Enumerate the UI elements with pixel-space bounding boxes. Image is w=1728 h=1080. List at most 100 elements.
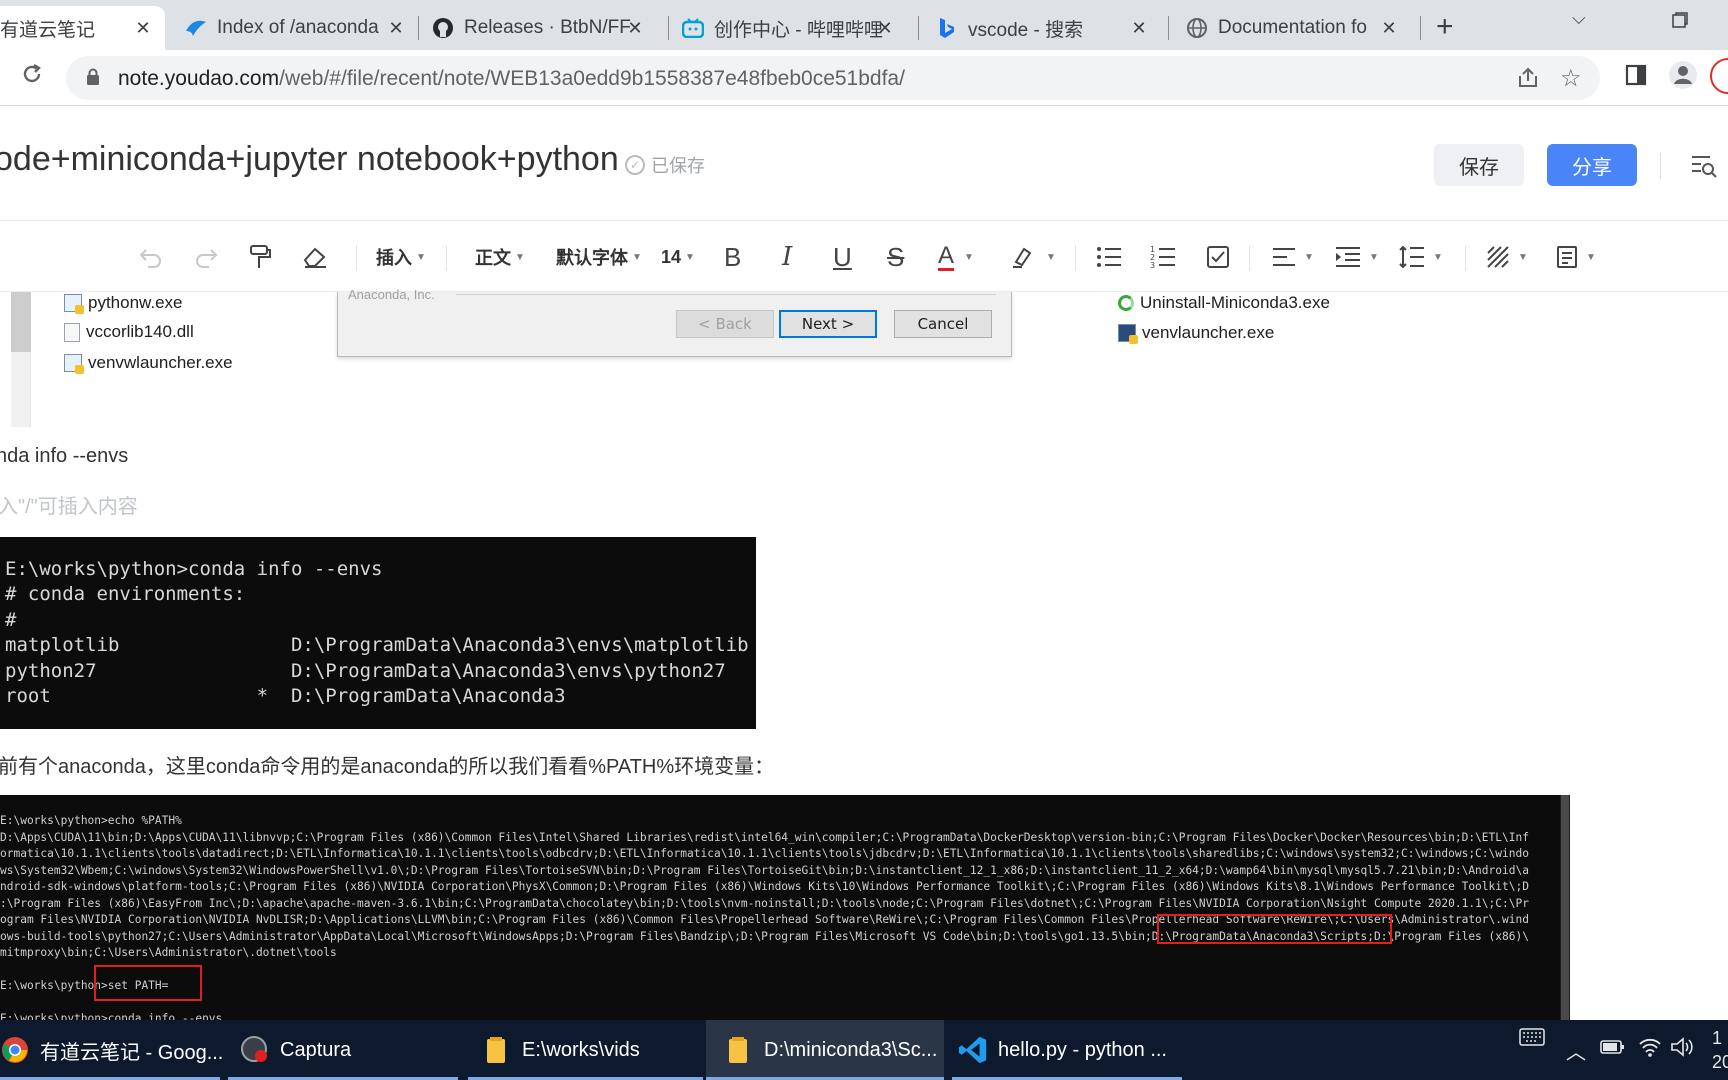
terminal-line: ws\System32\Wbem;C:\windows\System32\Win… xyxy=(0,863,1529,877)
caret-down-icon: ▼ xyxy=(685,251,695,263)
chevron-up-icon[interactable]: ︿ xyxy=(1566,1036,1586,1065)
svg-text:3: 3 xyxy=(1150,261,1155,270)
font-size-dropdown[interactable]: 14 ▼ xyxy=(661,221,695,293)
caret-down-icon: ▼ xyxy=(1586,251,1596,263)
indent-dropdown[interactable]: ▼ xyxy=(1335,221,1379,293)
side-panel-icon[interactable] xyxy=(1625,64,1647,93)
dll-file-icon xyxy=(64,322,80,342)
empty-line-placeholder[interactable]: 入"/"可插入内容 xyxy=(0,490,138,519)
share-button[interactable]: 分享 xyxy=(1547,144,1637,186)
taskbar-vscode[interactable]: hello.py - python ... xyxy=(952,1020,1182,1080)
caret-down-icon: ▼ xyxy=(1046,251,1056,263)
terminal-line: matplotlib D:\ProgramData\Anaconda3\envs… xyxy=(5,634,749,657)
paragraph-style-dropdown[interactable]: 正文 ▼ xyxy=(475,221,525,293)
keyboard-icon[interactable] xyxy=(1519,1028,1545,1051)
captura-icon xyxy=(240,1035,270,1065)
close-icon[interactable]: ✕ xyxy=(133,18,153,39)
line-height-icon xyxy=(1399,245,1424,269)
redo-icon[interactable] xyxy=(193,221,219,293)
font-color-label: A xyxy=(938,241,955,271)
cancel-button: Cancel xyxy=(894,310,992,338)
close-icon[interactable]: ✕ xyxy=(875,18,895,39)
tab-bing-vscode[interactable]: vscode - 搜索 ✕ xyxy=(936,6,1161,50)
toolbar-divider xyxy=(1249,245,1250,271)
divider-style-dropdown[interactable]: ▼ xyxy=(1486,221,1528,293)
eraser-icon[interactable] xyxy=(302,221,328,293)
maximize-icon[interactable] xyxy=(1672,8,1688,34)
close-icon[interactable]: ✕ xyxy=(1379,18,1399,39)
font-family-dropdown[interactable]: 默认字体 ▼ xyxy=(556,221,642,293)
tab-youdao[interactable]: 有道云笔记 ✕ xyxy=(0,6,165,50)
clock[interactable]: 1 20 xyxy=(1712,1026,1728,1074)
outline-search-icon[interactable] xyxy=(1690,152,1718,180)
file-item: venvlauncher.exe xyxy=(1118,323,1275,344)
reload-icon[interactable] xyxy=(20,62,44,93)
highlight-dropdown[interactable]: ▼ xyxy=(1010,221,1056,293)
close-icon[interactable]: ✕ xyxy=(1129,18,1149,39)
wifi-icon[interactable] xyxy=(1638,1036,1662,1064)
underline-button[interactable]: U xyxy=(833,221,852,293)
bold-button[interactable]: B xyxy=(724,221,741,293)
new-tab-button[interactable]: + xyxy=(1436,10,1454,44)
paragraph-label: 正文 xyxy=(475,248,511,268)
url-text[interactable]: note.youdao.com/web/#/file/recent/note/W… xyxy=(118,67,905,91)
tab-search-chevron-icon[interactable]: ⌵ xyxy=(1572,8,1586,29)
strikethrough-button[interactable]: S xyxy=(887,221,904,293)
tab-bilibili[interactable]: 创作中心 - 哔哩哔哩 ✕ xyxy=(682,6,907,50)
undo-icon[interactable] xyxy=(138,221,164,293)
volume-icon[interactable] xyxy=(1670,1036,1694,1064)
align-dropdown[interactable]: ▼ xyxy=(1272,221,1314,293)
taskbar-explorer-vids[interactable]: E:\works\vids xyxy=(468,1020,703,1080)
back-button: < Back xyxy=(676,310,774,338)
scroll-thumb xyxy=(1561,795,1569,1020)
save-button[interactable]: 保存 xyxy=(1434,144,1524,186)
tab-github-releases[interactable]: Releases · BtbN/FF ✕ xyxy=(432,6,657,50)
insert-dropdown[interactable]: 插入 ▼ xyxy=(376,221,426,293)
document-icon xyxy=(1557,246,1577,268)
profile-avatar-icon[interactable] xyxy=(1668,60,1698,97)
address-bar[interactable]: note.youdao.com/web/#/file/recent/note/W… xyxy=(66,56,1600,100)
url-host: note.youdao.com xyxy=(118,67,280,90)
close-icon[interactable]: ✕ xyxy=(386,18,406,39)
italic-button[interactable]: I xyxy=(782,221,792,293)
format-painter-icon[interactable] xyxy=(248,221,272,293)
installer-brand: Anaconda, Inc. xyxy=(348,287,435,302)
url-path: /web/#/file/recent/note/WEB13a0edd9b1558… xyxy=(279,67,905,90)
paragraph[interactable]: 前有个anaconda，这里conda命令用的是anaconda的所以我们看看%… xyxy=(0,750,774,779)
file-name: venvlauncher.exe xyxy=(1142,323,1275,342)
numbered-list-icon[interactable]: 123 xyxy=(1150,221,1176,293)
toolbar-divider xyxy=(1465,245,1466,271)
bullet-list-icon[interactable] xyxy=(1096,221,1122,293)
terminal-screenshot: E:\works\python>echo %PATH% D:\Apps\CUDA… xyxy=(0,795,1570,1020)
close-icon[interactable]: ✕ xyxy=(625,18,645,39)
font-color-dropdown[interactable]: A ▼ xyxy=(938,221,974,293)
line-height-dropdown[interactable]: ▼ xyxy=(1399,221,1443,293)
tab-separator xyxy=(1168,16,1169,40)
note-title[interactable]: ode+miniconda+jupyter notebook+python xyxy=(0,140,619,179)
update-menu-icon[interactable] xyxy=(1710,58,1728,94)
taskbar-chrome[interactable]: 有道云笔记 - Goog... xyxy=(0,1020,223,1080)
caret-down-icon: ▼ xyxy=(416,251,426,263)
scroll-thumb xyxy=(11,292,31,352)
paragraph[interactable]: nda info --envs xyxy=(0,445,128,468)
lock-icon[interactable] xyxy=(86,68,100,91)
bookmark-star-icon[interactable]: ☆ xyxy=(1560,64,1582,93)
template-dropdown[interactable]: ▼ xyxy=(1556,221,1596,293)
tab-documentation[interactable]: Documentation fo ✕ xyxy=(1186,6,1411,50)
github-icon xyxy=(432,17,454,39)
terminal-line: E:\works\python>set PATH= xyxy=(0,979,169,992)
checklist-icon[interactable] xyxy=(1206,221,1230,293)
divider xyxy=(456,294,996,295)
terminal-line: E:\works\python>conda info --envs xyxy=(0,1012,223,1020)
share-page-icon[interactable] xyxy=(1516,66,1540,95)
battery-icon[interactable] xyxy=(1600,1036,1626,1064)
taskbar-explorer-miniconda[interactable]: D:\miniconda3\Sc... xyxy=(706,1020,944,1080)
tab-anaconda-index[interactable]: Index of /anaconda ✕ xyxy=(183,6,418,50)
terminal-line: E:\works\python>conda info --envs xyxy=(5,558,383,580)
tab-separator xyxy=(918,16,919,40)
taskbar-captura[interactable]: Captura xyxy=(228,1020,458,1080)
highlight-box-set-path xyxy=(94,965,202,1001)
editor-toolbar: 插入 ▼ 正文 ▼ 默认字体 ▼ 14 ▼ B I U S A ▼ ▼ 123 ▼ ▼ ▼… xyxy=(0,220,1728,292)
caret-down-icon: ▼ xyxy=(1304,251,1314,263)
